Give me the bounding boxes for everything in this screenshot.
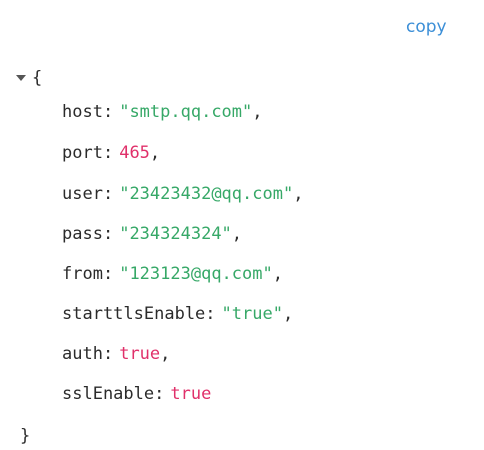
field-key: from	[62, 264, 103, 284]
field-value-string: "123123@qq.com"	[119, 264, 273, 284]
field-value-string: "23423432@qq.com"	[119, 184, 294, 204]
close-brace: }	[20, 426, 31, 446]
field-comma: ,	[272, 264, 283, 284]
collapse-toggle-icon[interactable]	[16, 75, 26, 81]
json-root-header: {	[16, 66, 42, 90]
field-colon: :	[205, 304, 216, 324]
json-field-starttlsenable: starttlsEnable: "true",	[62, 302, 293, 326]
json-field-port: port: 465,	[62, 141, 160, 165]
json-field-pass: pass: "234324324",	[62, 222, 242, 246]
field-key: user	[62, 184, 103, 204]
field-colon: :	[102, 224, 114, 244]
field-comma: ,	[231, 224, 243, 244]
field-value-string: "smtp.qq.com"	[119, 102, 253, 122]
field-comma: ,	[293, 184, 304, 204]
field-key: pass	[62, 224, 103, 244]
field-colon: :	[102, 102, 114, 122]
json-field-auth: auth: true,	[62, 342, 170, 366]
field-key: port	[62, 143, 103, 163]
field-key: sslEnable	[62, 384, 155, 404]
open-brace: {	[32, 68, 43, 88]
json-field-user: user: "23423432@qq.com",	[62, 182, 303, 206]
field-value-string: "true"	[221, 304, 283, 324]
field-colon: :	[102, 344, 114, 364]
field-key: auth	[62, 344, 103, 364]
field-value-string: "234324324"	[119, 224, 232, 244]
field-comma: ,	[149, 143, 161, 163]
json-field-sslenable: sslEnable: true	[62, 382, 211, 406]
json-viewer: copy { host: "smtp.qq.com", port: 465, use…	[0, 0, 484, 450]
copy-button[interactable]: copy	[406, 17, 447, 37]
field-value-boolean: true	[119, 344, 161, 364]
field-colon: :	[102, 184, 114, 204]
field-comma: ,	[160, 344, 171, 364]
field-comma: ,	[282, 304, 294, 324]
field-value-number: 465	[119, 143, 150, 163]
field-colon: :	[102, 264, 114, 284]
field-comma: ,	[252, 102, 263, 122]
json-field-host: host: "smtp.qq.com",	[62, 100, 263, 124]
field-key: host	[62, 102, 103, 122]
json-field-from: from: "123123@qq.com",	[62, 262, 283, 286]
field-colon: :	[154, 384, 165, 404]
field-key: starttlsEnable	[62, 304, 206, 324]
field-value-boolean: true	[170, 384, 212, 404]
field-colon: :	[102, 143, 114, 163]
